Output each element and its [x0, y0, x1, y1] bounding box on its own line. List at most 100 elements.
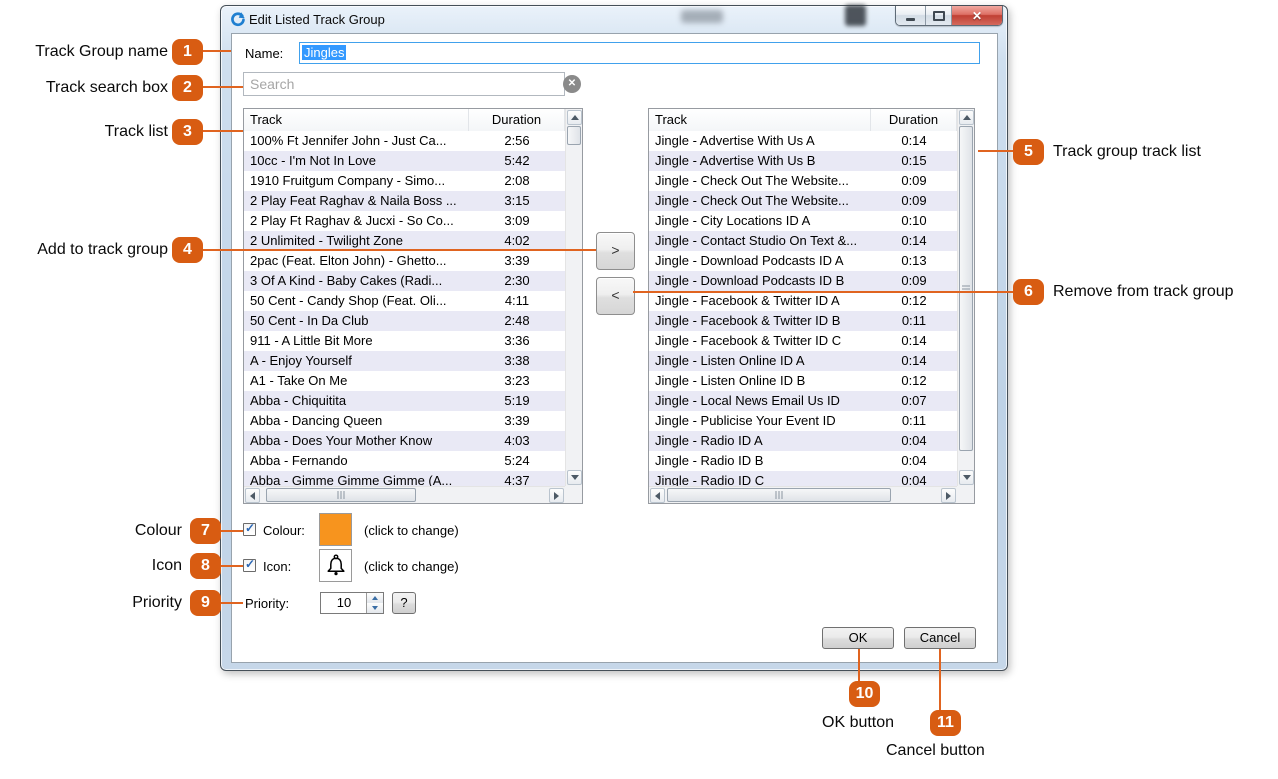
group-list-vscrollbar[interactable] — [957, 109, 974, 486]
priority-spinner[interactable]: 10 — [320, 592, 384, 614]
track-list-row[interactable]: Abba - Does Your Mother Know4:03 — [244, 431, 565, 451]
vscroll-thumb[interactable] — [567, 126, 581, 145]
callout-badge-2: 2 — [172, 75, 203, 101]
scroll-down-button[interactable] — [959, 470, 974, 485]
group-list-row[interactable]: Jingle - Listen Online ID B0:12 — [649, 371, 957, 391]
colour-swatch[interactable] — [319, 513, 352, 546]
duration-cell: 0:09 — [871, 171, 957, 191]
hscroll-thumb[interactable] — [266, 488, 416, 502]
track-list-row[interactable]: 2pac (Feat. Elton John) - Ghetto...3:39 — [244, 251, 565, 271]
scroll-up-button[interactable] — [567, 110, 582, 125]
track-column-header[interactable]: Track — [244, 109, 469, 131]
track-column-header[interactable]: Track — [649, 109, 871, 131]
callout-line-5 — [978, 150, 1014, 152]
track-list-row[interactable]: 100% Ft Jennifer John - Just Ca...2:56 — [244, 131, 565, 151]
group-list-row[interactable]: Jingle - Download Podcasts ID B0:09 — [649, 271, 957, 291]
add-to-group-button[interactable]: > — [596, 232, 635, 270]
callout-label-8: Icon — [152, 557, 182, 575]
scroll-right-button[interactable] — [941, 488, 956, 503]
help-button[interactable]: ? — [392, 592, 416, 614]
track-list-row[interactable]: 911 - A Little Bit More3:36 — [244, 331, 565, 351]
duration-cell: 0:11 — [871, 411, 957, 431]
priority-value[interactable]: 10 — [321, 593, 367, 613]
track-list-hscrollbar[interactable] — [244, 486, 565, 503]
group-list-row[interactable]: Jingle - Advertise With Us B0:15 — [649, 151, 957, 171]
callout-badge-1: 1 — [172, 39, 203, 65]
track-cell: Jingle - Listen Online ID A — [649, 351, 871, 371]
track-list-row[interactable]: 50 Cent - In Da Club2:48 — [244, 311, 565, 331]
track-list-row[interactable]: Abba - Fernando5:24 — [244, 451, 565, 471]
group-list-row[interactable]: Jingle - Advertise With Us A0:14 — [649, 131, 957, 151]
scroll-up-button[interactable] — [959, 110, 974, 125]
duration-cell: 0:12 — [871, 291, 957, 311]
callout-label-3: Track list — [105, 123, 168, 141]
group-list-row[interactable]: Jingle - Facebook & Twitter ID B0:11 — [649, 311, 957, 331]
group-list-row[interactable]: Jingle - Download Podcasts ID A0:13 — [649, 251, 957, 271]
up-arrow-icon — [963, 115, 971, 120]
track-cell: Jingle - Listen Online ID B — [649, 371, 871, 391]
track-list-row[interactable]: 10cc - I'm Not In Love5:42 — [244, 151, 565, 171]
scroll-left-button[interactable] — [650, 488, 665, 503]
group-list-row[interactable]: Jingle - Radio ID B0:04 — [649, 451, 957, 471]
callout-badge-9: 9 — [190, 590, 221, 616]
search-input[interactable]: Search — [243, 72, 565, 96]
group-list-row[interactable]: Jingle - Check Out The Website...0:09 — [649, 191, 957, 211]
duration-cell: 5:42 — [469, 151, 565, 171]
track-list-vscrollbar[interactable] — [565, 109, 582, 486]
close-button[interactable]: ✕ — [952, 6, 1002, 25]
track-list-header: Track Duration — [244, 109, 565, 132]
spin-down-button[interactable] — [367, 603, 383, 613]
callout-badge-8: 8 — [190, 553, 221, 579]
scroll-right-button[interactable] — [549, 488, 564, 503]
track-cell: Jingle - Radio ID C — [649, 471, 871, 486]
track-list-row[interactable]: Abba - Gimme Gimme Gimme (A...4:37 — [244, 471, 565, 486]
track-list-row[interactable]: A1 - Take On Me3:23 — [244, 371, 565, 391]
track-list-row[interactable]: 2 Unlimited - Twilight Zone4:02 — [244, 231, 565, 251]
callout-badge-5: 5 — [1013, 139, 1044, 165]
track-list-row[interactable]: 1910 Fruitgum Company - Simo...2:08 — [244, 171, 565, 191]
duration-cell: 2:08 — [469, 171, 565, 191]
group-list-row[interactable]: Jingle - Local News Email Us ID0:07 — [649, 391, 957, 411]
track-list-row[interactable]: 50 Cent - Candy Shop (Feat. Oli...4:11 — [244, 291, 565, 311]
ok-button[interactable]: OK — [822, 627, 894, 649]
hscroll-thumb[interactable] — [667, 488, 891, 502]
icon-picker[interactable] — [319, 549, 352, 582]
clear-search-button[interactable]: ✕ — [563, 75, 581, 93]
callout-line-10 — [858, 649, 860, 682]
group-list-row[interactable]: Jingle - Radio ID C0:04 — [649, 471, 957, 486]
vscroll-thumb[interactable] — [959, 126, 973, 451]
name-input[interactable]: Jingles — [299, 42, 980, 64]
track-list-row[interactable]: Abba - Chiquitita5:19 — [244, 391, 565, 411]
maximize-button[interactable] — [926, 6, 952, 25]
group-list-row[interactable]: Jingle - Facebook & Twitter ID C0:14 — [649, 331, 957, 351]
duration-column-header[interactable]: Duration — [871, 109, 957, 131]
group-list-row[interactable]: Jingle - Contact Studio On Text &...0:14 — [649, 231, 957, 251]
group-list-row[interactable]: Jingle - City Locations ID A0:10 — [649, 211, 957, 231]
scroll-down-button[interactable] — [567, 470, 582, 485]
group-list-row[interactable]: Jingle - Publicise Your Event ID0:11 — [649, 411, 957, 431]
track-list-row[interactable]: Abba - Dancing Queen3:39 — [244, 411, 565, 431]
track-list-row[interactable]: 2 Play Ft Raghav & Jucxi - So Co...3:09 — [244, 211, 565, 231]
track-list-row[interactable]: 2 Play Feat Raghav & Naila Boss ...3:15 — [244, 191, 565, 211]
track-cell: Jingle - Download Podcasts ID A — [649, 251, 871, 271]
minimize-button[interactable] — [896, 6, 926, 25]
group-list-row[interactable]: Jingle - Radio ID A0:04 — [649, 431, 957, 451]
callout-badge-10: 10 — [849, 681, 880, 707]
callout-line-7 — [221, 530, 243, 532]
duration-column-header[interactable]: Duration — [469, 109, 565, 131]
track-list-row[interactable]: 3 Of A Kind - Baby Cakes (Radi...2:30 — [244, 271, 565, 291]
track-cell: Jingle - Check Out The Website... — [649, 191, 871, 211]
scrollbar-corner — [565, 486, 582, 503]
group-list-row[interactable]: Jingle - Listen Online ID A0:14 — [649, 351, 957, 371]
group-list-hscrollbar[interactable] — [649, 486, 957, 503]
callout-line-4 — [203, 249, 596, 251]
cancel-button[interactable]: Cancel — [904, 627, 976, 649]
remove-from-group-button[interactable]: < — [596, 277, 635, 315]
window-controls: ✕ — [895, 6, 1003, 26]
group-list-row[interactable]: Jingle - Facebook & Twitter ID A0:12 — [649, 291, 957, 311]
colour-checkbox[interactable] — [243, 523, 256, 536]
scroll-left-button[interactable] — [245, 488, 260, 503]
track-list-row[interactable]: A - Enjoy Yourself3:38 — [244, 351, 565, 371]
icon-checkbox[interactable] — [243, 559, 256, 572]
group-list-row[interactable]: Jingle - Check Out The Website...0:09 — [649, 171, 957, 191]
